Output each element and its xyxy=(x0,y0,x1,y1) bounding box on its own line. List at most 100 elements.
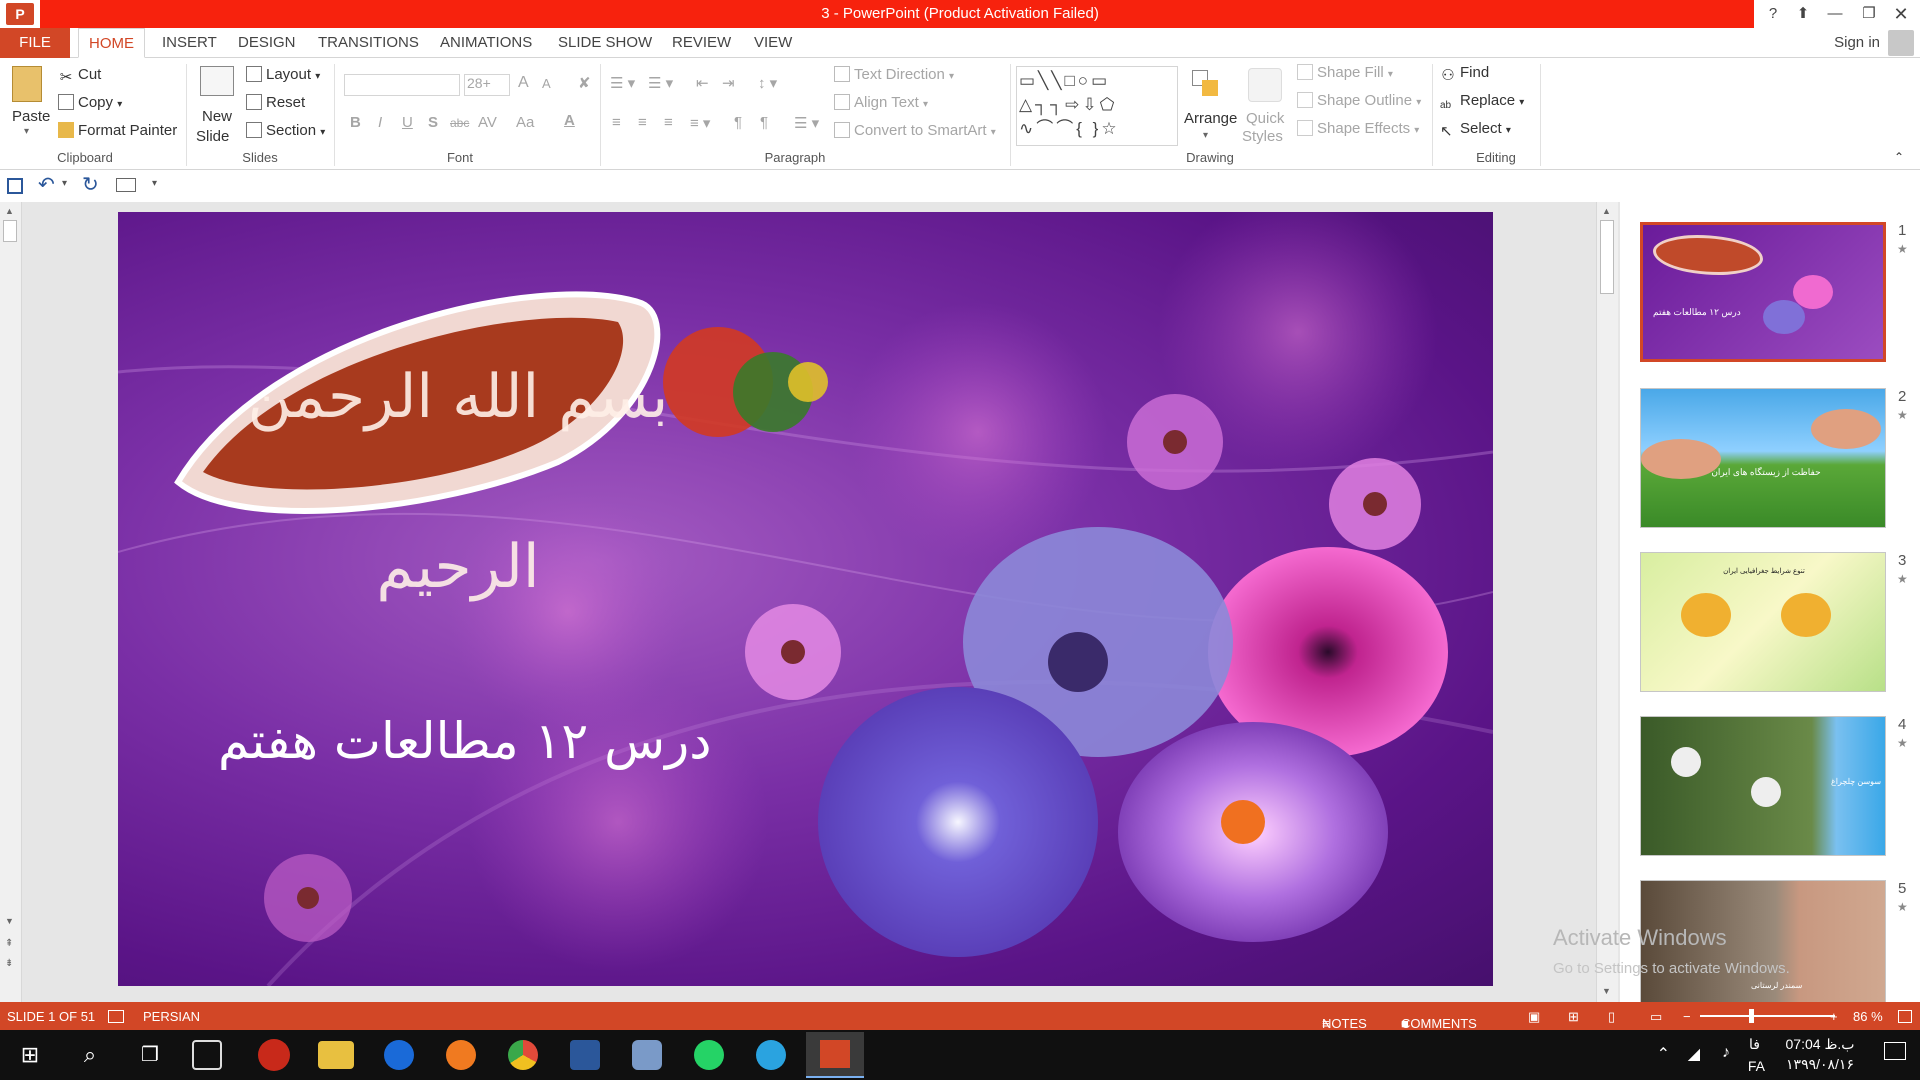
text-shadow-icon[interactable]: S xyxy=(428,114,438,131)
arrange-button[interactable]: Arrange xyxy=(1184,110,1237,127)
columns-icon[interactable]: ☰ ▾ xyxy=(794,114,819,132)
scroll-thumb[interactable] xyxy=(1600,220,1614,294)
quick-styles-icon[interactable] xyxy=(1248,68,1282,102)
font-size-input[interactable]: 28+ xyxy=(464,74,510,96)
next-slide-icon[interactable]: ⇟ xyxy=(5,958,13,969)
copy-button[interactable]: Copy ▾ xyxy=(58,94,122,111)
tab-design[interactable]: DESIGN xyxy=(228,28,306,58)
volume-icon[interactable]: ♪ xyxy=(1722,1044,1730,1062)
left-scrollbar[interactable]: ▲ ▼ ⇞ ⇟ xyxy=(0,202,22,1002)
shrink-font-icon[interactable]: A xyxy=(542,76,551,91)
font-color-icon[interactable]: A xyxy=(564,112,575,129)
slide-canvas[interactable]: بسم الله الرحمن الرحیم درس ۱۲ مطالعات هف… xyxy=(118,212,1493,986)
sign-in-link[interactable]: Sign in xyxy=(1834,28,1880,58)
save-icon[interactable] xyxy=(7,178,23,194)
tab-insert[interactable]: INSERT xyxy=(152,28,227,58)
input-language-fa[interactable]: فا xyxy=(1749,1036,1760,1053)
align-center-icon[interactable]: ≡ xyxy=(638,114,647,131)
tab-animations[interactable]: ANIMATIONS xyxy=(430,28,542,58)
start-from-beginning-icon[interactable] xyxy=(116,178,136,192)
thumbnail-slide-3[interactable]: تنوع شرایط جغرافیایی ایران xyxy=(1640,552,1886,692)
paste-button[interactable]: Paste xyxy=(12,108,50,125)
tab-slide-show[interactable]: SLIDE SHOW xyxy=(548,28,662,58)
tab-home[interactable]: HOME xyxy=(78,28,145,58)
format-painter-button[interactable]: Format Painter xyxy=(58,122,177,139)
shape-outline-button[interactable]: Shape Outline ▾ xyxy=(1297,92,1421,109)
arrange-dropdown-icon[interactable]: ▾ xyxy=(1203,130,1208,141)
restore-icon[interactable]: ❐ xyxy=(1854,2,1884,26)
find-button[interactable]: ⚇ Find xyxy=(1440,64,1489,84)
new-slide-label-1[interactable]: New xyxy=(202,108,232,125)
bold-icon[interactable]: B xyxy=(350,114,361,131)
arrange-icon[interactable] xyxy=(1190,68,1222,102)
help-icon[interactable]: ? xyxy=(1758,2,1788,26)
shape-effects-button[interactable]: Shape Effects ▾ xyxy=(1297,120,1419,137)
numbering-icon[interactable]: ☰ ▾ xyxy=(648,74,673,92)
line-spacing-icon[interactable]: ↕ ▾ xyxy=(758,74,777,92)
chrome-icon[interactable] xyxy=(508,1040,538,1070)
scroll-up-icon[interactable]: ▲ xyxy=(1602,206,1611,216)
zoom-out-icon[interactable]: − xyxy=(1683,1009,1691,1024)
tab-view[interactable]: VIEW xyxy=(744,28,802,58)
bullets-icon[interactable]: ☰ ▾ xyxy=(610,74,635,92)
firefox-icon[interactable] xyxy=(446,1040,476,1070)
collapse-ribbon-icon[interactable]: ⌃ xyxy=(1894,150,1904,164)
strikethrough-icon[interactable]: abc xyxy=(450,116,469,130)
quick-styles-label-1[interactable]: Quick xyxy=(1246,110,1284,127)
whatsapp-icon[interactable] xyxy=(694,1040,724,1070)
zoom-level[interactable]: 86 % xyxy=(1853,1009,1883,1024)
scroll-down-icon[interactable]: ▼ xyxy=(1602,986,1611,996)
file-explorer-icon[interactable] xyxy=(318,1041,354,1069)
slide-show-icon[interactable]: ▭ xyxy=(1650,1009,1662,1025)
font-name-input[interactable] xyxy=(344,74,460,96)
align-text-button[interactable]: Align Text ▾ xyxy=(834,94,928,111)
text-direction-button[interactable]: Text Direction ▾ xyxy=(834,66,954,83)
avatar[interactable] xyxy=(1888,30,1914,56)
paste-icon[interactable] xyxy=(12,66,42,102)
shapes-gallery[interactable]: ▭╲╲□○▭ △┐┐⇨⇩⬠ ∿⌒⌒{ }☆ xyxy=(1016,66,1178,146)
zoom-in-icon[interactable]: + xyxy=(1830,1009,1838,1024)
tab-review[interactable]: REVIEW xyxy=(662,28,741,58)
thumbnail-slide-2[interactable]: حفاظت از زیستگاه های ایران xyxy=(1640,388,1886,528)
zoom-slider-thumb[interactable] xyxy=(1749,1009,1754,1023)
spell-check-icon[interactable] xyxy=(108,1010,124,1023)
ribbon-display-options-icon[interactable]: ⬆ xyxy=(1788,2,1818,26)
language-indicator[interactable]: PERSIAN xyxy=(143,1009,200,1024)
thumbnail-slide-1[interactable]: درس ۱۲ مطالعات هفتم xyxy=(1640,222,1886,362)
new-slide-label-2[interactable]: Slide xyxy=(196,128,229,145)
wifi-icon[interactable]: ◢ xyxy=(1688,1044,1700,1064)
rtl-icon[interactable]: ¶ xyxy=(760,114,768,131)
scroll-down-icon[interactable]: ▼ xyxy=(5,916,14,926)
calculator-icon[interactable] xyxy=(192,1040,222,1070)
tab-file[interactable]: FILE xyxy=(0,28,70,58)
reading-view-icon[interactable]: ▯ xyxy=(1608,1009,1615,1025)
input-language-code[interactable]: FA xyxy=(1748,1058,1765,1074)
search-icon[interactable]: ⌕ xyxy=(70,1035,110,1075)
layout-button[interactable]: Layout ▾ xyxy=(246,66,320,83)
presentation-app-icon[interactable] xyxy=(258,1039,290,1071)
previous-slide-icon[interactable]: ⇞ xyxy=(5,938,13,949)
justify-icon[interactable]: ≡ ▾ xyxy=(690,114,710,132)
slide-counter[interactable]: SLIDE 1 OF 51 xyxy=(7,1009,95,1024)
powerpoint-taskbar-button[interactable] xyxy=(806,1032,864,1078)
grow-font-icon[interactable]: A xyxy=(518,74,529,92)
edge-browser-icon[interactable] xyxy=(384,1040,414,1070)
align-right-icon[interactable]: ≡ xyxy=(664,114,673,131)
scroll-thumb[interactable] xyxy=(3,220,17,242)
repeat-icon[interactable]: ↻ xyxy=(82,172,99,197)
customize-qat-icon[interactable]: ▾ xyxy=(152,178,157,189)
minimize-icon[interactable]: — xyxy=(1820,2,1850,26)
cut-button[interactable]: ✂ Cut xyxy=(58,66,102,86)
ltr-icon[interactable]: ¶ xyxy=(734,114,742,131)
clock-time[interactable]: 07:04 ب.ظ xyxy=(1780,1036,1860,1053)
increase-indent-icon[interactable]: ⇥ xyxy=(722,74,735,92)
decrease-indent-icon[interactable]: ⇤ xyxy=(696,74,709,92)
close-icon[interactable]: ✕ xyxy=(1886,2,1916,26)
scroll-up-icon[interactable]: ▲ xyxy=(5,206,14,216)
thumbnail-slide-4[interactable]: سوسن چلچراغ xyxy=(1640,716,1886,856)
task-view-icon[interactable]: ❐ xyxy=(130,1035,170,1075)
zoom-slider[interactable] xyxy=(1700,1015,1835,1017)
notifications-icon[interactable] xyxy=(1884,1042,1906,1060)
slide-title[interactable]: درس ۱۲ مطالعات هفتم xyxy=(218,712,818,770)
quick-styles-label-2[interactable]: Styles xyxy=(1242,128,1283,145)
